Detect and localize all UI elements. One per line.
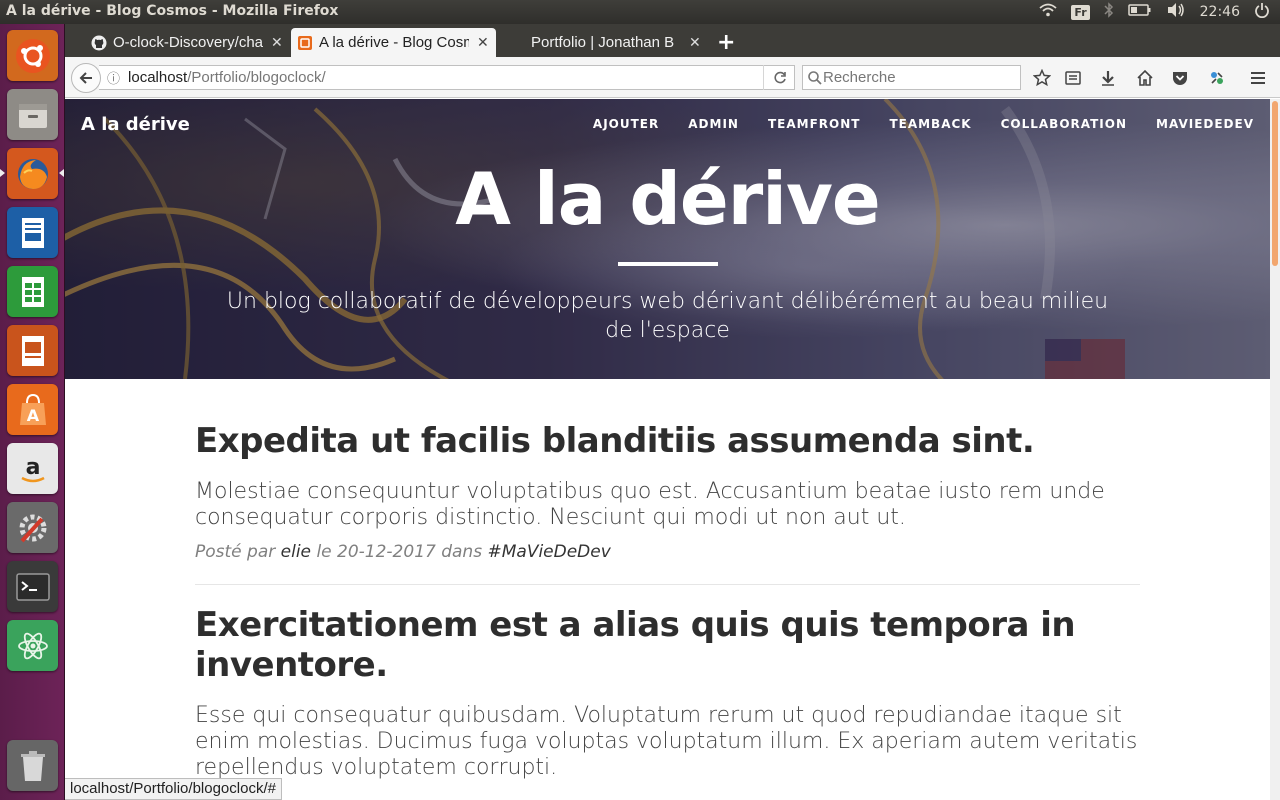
blog-favicon [297,35,313,51]
hero-divider [618,262,718,266]
system-settings-icon[interactable] [7,502,58,553]
post-list: Expedita ut facilis blanditiis assumenda… [195,421,1140,781]
nav-link-admin[interactable]: ADMIN [688,117,739,131]
reload-button[interactable] [763,65,795,90]
post-excerpt[interactable]: Esse qui consequatur quibusdam. Voluptat… [195,703,1140,781]
bookmark-star-icon[interactable] [1031,67,1053,89]
reload-icon [773,71,786,83]
writer-icon[interactable] [7,207,58,258]
ubuntu-dash-icon[interactable] [7,30,58,81]
url-bar[interactable]: ⓘ localhost/Portfolio/blogoclock/ [99,65,795,90]
post-author-link[interactable]: elie [281,542,311,562]
atom-icon[interactable] [7,620,58,671]
amazon-icon[interactable]: a [7,443,58,494]
post-divider [195,584,1140,585]
main-nav: AJOUTER ADMIN TEAMFRONT TEAMBACK COLLABO… [593,117,1254,131]
system-indicators: Fr 22:46 [1039,0,1270,24]
github-icon [91,35,107,51]
menu-icon[interactable] [1247,67,1269,89]
focused-indicator [59,169,64,177]
tab-bar: O-clock-Discovery/cha ✕ A la dérive - Bl… [65,24,1280,57]
nav-link-collaboration[interactable]: COLLABORATION [1001,117,1127,131]
new-tab-button[interactable]: + [717,30,735,55]
navigation-toolbar: ⓘ localhost/Portfolio/blogoclock/ [65,57,1280,98]
software-center-icon[interactable]: A [7,384,58,435]
running-indicator [0,169,5,177]
hero-header: A la dérive AJOUTER ADMIN TEAMFRONT TEAM… [65,99,1270,379]
wifi-icon[interactable] [1039,3,1057,21]
calc-icon[interactable] [7,266,58,317]
back-button[interactable] [71,63,101,93]
window-title: A la dérive - Blog Cosmos - Mozilla Fire… [6,3,339,19]
page-scrollbar[interactable] [1270,99,1280,800]
impress-icon[interactable] [7,325,58,376]
url-path: /Portfolio/blogoclock/ [187,69,326,86]
trash-icon[interactable] [7,740,58,791]
reading-list-icon[interactable] [1062,67,1084,89]
post-excerpt[interactable]: Molestiae consequuntur voluptatibus quo … [195,479,1140,531]
terminal-icon[interactable] [7,561,58,612]
hero-subtitle: Un blog collaboratif de développeurs web… [226,289,1109,343]
nav-link-teamback[interactable]: TEAMBACK [889,117,971,131]
page-viewport: A la dérive AJOUTER ADMIN TEAMFRONT TEAM… [65,99,1270,800]
tab-blog[interactable]: A la dérive - Blog Cosm ✕ [291,28,496,57]
launcher: A a [0,24,65,800]
pocket-icon[interactable] [1169,67,1191,89]
nav-link-teamfront[interactable]: TEAMFRONT [768,117,860,131]
url-host: localhost [128,69,188,86]
extension-icon[interactable] [1206,67,1228,89]
link-status-url: localhost/Portfolio/blogoclock/# [65,778,282,800]
back-arrow-icon [79,72,92,84]
firefox-icon[interactable] [7,148,58,199]
post-preview: Expedita ut facilis blanditiis assumenda… [195,421,1140,562]
home-icon[interactable] [1134,67,1156,89]
tab-label: A la dérive - Blog Cosm [319,34,469,51]
search-icon [808,70,822,85]
post-title[interactable]: Exercitationem est a alias quis quis tem… [195,605,1140,685]
site-brand-link[interactable]: A la dérive [81,114,190,135]
tab-portfolio[interactable]: Portfolio | Jonathan B ✕ [501,28,711,57]
post-preview: Exercitationem est a alias quis quis tem… [195,605,1140,781]
volume-icon[interactable] [1166,2,1186,22]
firefox-window: O-clock-Discovery/cha ✕ A la dérive - Bl… [65,24,1280,800]
nav-link-maviededev[interactable]: MAVIEDEDEV [1156,117,1254,131]
clock[interactable]: 22:46 [1200,4,1240,20]
svg-text:a: a [25,455,40,480]
nav-link-ajouter[interactable]: AJOUTER [593,117,659,131]
close-tab-icon[interactable]: ✕ [689,34,701,51]
svg-text:A: A [26,406,39,425]
files-icon[interactable] [7,89,58,140]
power-icon[interactable] [1254,2,1270,22]
close-tab-icon[interactable]: ✕ [271,34,283,51]
post-meta-date: le 20-12-2017 dans [316,542,483,562]
bluetooth-icon[interactable] [1104,2,1114,22]
battery-icon[interactable] [1127,4,1152,20]
close-tab-icon[interactable]: ✕ [477,34,489,51]
tab-github[interactable]: O-clock-Discovery/cha ✕ [85,28,290,57]
search-bar[interactable] [802,65,1021,90]
hero-title: A la dérive [455,157,880,241]
tab-label: Portfolio | Jonathan B [531,34,675,51]
post-category-link[interactable]: #MaVieDeDev [487,542,610,562]
downloads-icon[interactable] [1097,67,1119,89]
post-meta: Posté par elie le 20-12-2017 dans #MaVie… [195,542,1140,562]
top-panel: A la dérive - Blog Cosmos - Mozilla Fire… [0,0,1280,24]
search-input[interactable] [823,69,1013,86]
keyboard-layout-indicator[interactable]: Fr [1071,4,1090,20]
scrollbar-thumb[interactable] [1272,101,1278,266]
tab-label: O-clock-Discovery/cha [113,34,263,51]
post-meta-prefix: Posté par [195,542,276,562]
post-title[interactable]: Expedita ut facilis blanditiis assumenda… [195,421,1140,461]
site-info-icon[interactable]: ⓘ [107,68,120,87]
